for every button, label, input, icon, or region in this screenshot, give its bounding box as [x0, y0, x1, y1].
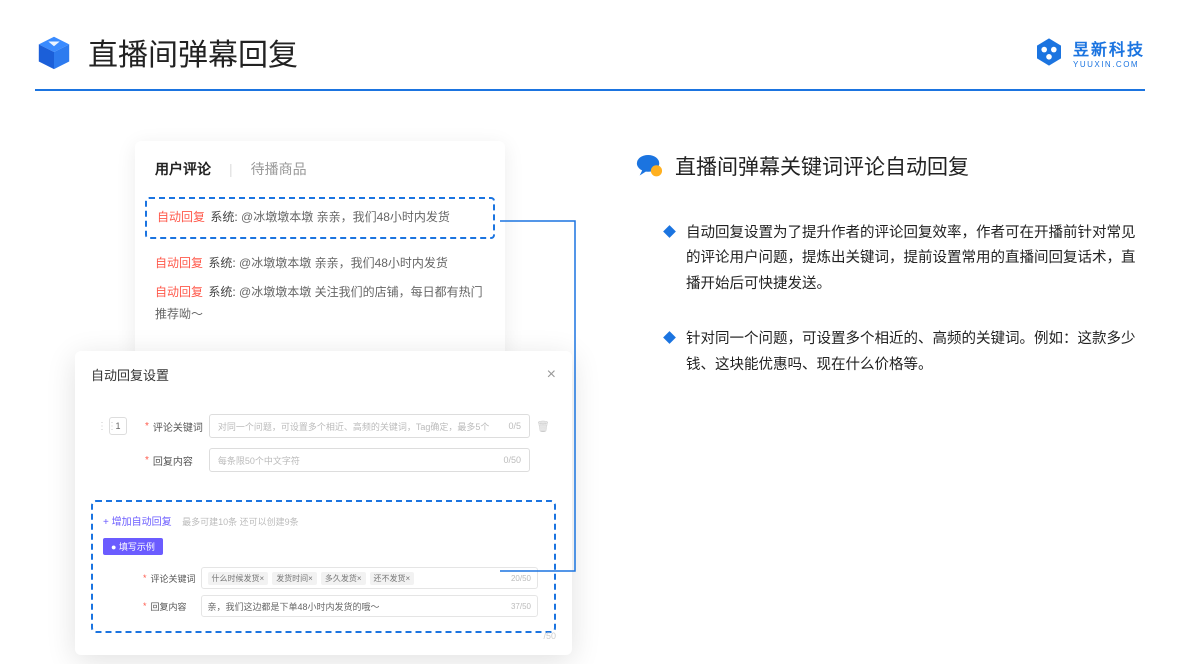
add-auto-reply-link[interactable]: + 增加自动回复	[103, 517, 172, 528]
brand-name: 昱新科技	[1073, 36, 1145, 60]
tab-divider: |	[229, 161, 233, 177]
section-title: 直播间弹幕关键词评论自动回复	[675, 151, 969, 181]
bullet-item: 自动回复设置为了提升作者的评论回复效率，作者可在开播前针对常见的评论用户问题，提…	[635, 221, 1145, 297]
cube-icon	[35, 33, 73, 71]
content-label: 回复内容	[153, 453, 209, 468]
auto-reply-tag: 自动回复	[157, 210, 205, 224]
comment-row-highlighted: 自动回复 系统: @冰墩墩本墩 亲亲，我们48小时内发货	[145, 197, 495, 239]
bullet-item: 针对同一个问题，可设置多个相近的、高频的关键词。例如：这款多少钱、这块能优惠吗、…	[635, 327, 1145, 378]
tag-item[interactable]: 多久发货×	[321, 572, 366, 585]
modal-title: 自动回复设置	[91, 365, 169, 384]
rule-index: 1	[109, 417, 127, 435]
ex-content-value[interactable]: 亲，我们这边都是下单48小时内发货的哦～ 37/50	[201, 595, 538, 617]
chat-bubble-icon	[635, 154, 663, 178]
add-note: 最多可建10条 还可以创建9条	[182, 517, 299, 527]
ex-keyword-tags[interactable]: 什么时候发货× 发货时间× 多久发货× 还不发货× 20/50	[201, 567, 538, 589]
overflow-hint: /50	[543, 631, 556, 641]
comment-panel: 用户评论 | 待播商品 自动回复 系统: @冰墩墩本墩 亲亲，我们48小时内发货…	[135, 141, 505, 361]
close-icon[interactable]: ×	[547, 366, 556, 384]
required-star: *	[145, 421, 149, 432]
auto-reply-tag: 自动回复	[155, 256, 203, 270]
example-box: + 增加自动回复 最多可建10条 还可以创建9条 ● 填写示例 * 评论关键词 …	[91, 500, 556, 633]
example-badge: ● 填写示例	[103, 538, 163, 555]
required-star: *	[143, 573, 147, 583]
comment-row: 自动回复 系统: @冰墩墩本墩 关注我们的店铺，每日都有热门推荐呦～	[155, 282, 485, 325]
drag-handle-icon[interactable]: ⋮⋮	[97, 421, 109, 432]
diamond-icon	[663, 225, 676, 238]
comment-row: 自动回复 系统: @冰墩墩本墩 亲亲，我们48小时内发货	[155, 253, 485, 275]
keyword-label: 评论关键词	[153, 419, 209, 434]
brand-logo: 昱新科技 YUUXIN.COM	[1033, 36, 1145, 69]
tag-item[interactable]: 还不发货×	[370, 572, 415, 585]
required-star: *	[145, 455, 149, 466]
ex-content-label: 回复内容	[151, 600, 201, 613]
tab-user-comments[interactable]: 用户评论	[155, 159, 211, 179]
brand-sub: YUUXIN.COM	[1073, 60, 1139, 69]
page-title: 直播间弹幕回复	[88, 30, 298, 74]
keyword-input[interactable]: 对同一个问题，可设置多个相近、高频的关键词，Tag确定，最多5个 0/5	[209, 414, 530, 438]
tab-pending-products[interactable]: 待播商品	[251, 159, 307, 179]
tag-item[interactable]: 发货时间×	[272, 572, 317, 585]
content-input[interactable]: 每条限50个中文字符 0/50	[209, 448, 530, 472]
required-star: *	[143, 601, 147, 611]
ex-keyword-label: 评论关键词	[151, 572, 201, 585]
tag-item[interactable]: 什么时候发货×	[208, 572, 269, 585]
auto-reply-settings-modal: 自动回复设置 × ⋮⋮ 1 * 评论关键词 对同一个问题，可设置多个相近、高频的…	[75, 351, 572, 655]
diamond-icon	[663, 331, 676, 344]
auto-reply-tag: 自动回复	[155, 285, 203, 299]
delete-icon[interactable]: 🗑	[536, 420, 550, 433]
